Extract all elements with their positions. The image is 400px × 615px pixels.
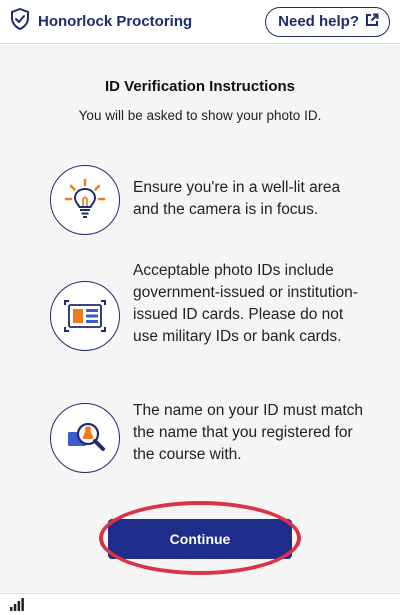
- need-help-label: Need help?: [278, 13, 359, 30]
- external-link-icon: [365, 13, 379, 31]
- instruction-text: Acceptable photo IDs include government-…: [133, 262, 358, 345]
- app-header: Honorlock Proctoring Need help?: [0, 0, 400, 44]
- instructions-panel: ID Verification Instructions You will be…: [0, 45, 400, 593]
- shield-check-icon: [10, 7, 30, 35]
- instruction-text: The name on your ID must match the name …: [133, 402, 364, 463]
- instruction-text: Ensure you're in a well-lit area and the…: [133, 179, 341, 218]
- brand: Honorlock Proctoring: [10, 7, 193, 35]
- need-help-button[interactable]: Need help?: [265, 6, 390, 37]
- instruction-item-lighting: Ensure you're in a well-lit area and the…: [50, 160, 370, 240]
- id-card-icon: [50, 281, 120, 351]
- instruction-item-acceptable-ids: Acceptable photo IDs include government-…: [50, 257, 370, 377]
- brand-title: Honorlock Proctoring: [38, 13, 193, 30]
- page-title: ID Verification Instructions: [104, 78, 296, 95]
- continue-button[interactable]: Continue: [108, 519, 292, 559]
- magnifier-id-icon: [50, 403, 120, 473]
- status-bar: [0, 593, 400, 615]
- signal-strength-icon: [10, 598, 24, 615]
- instruction-item-name-match: The name on your ID must match the name …: [50, 395, 370, 475]
- page-subtitle: You will be asked to show your photo ID.: [78, 108, 322, 123]
- lightbulb-icon: [50, 165, 120, 235]
